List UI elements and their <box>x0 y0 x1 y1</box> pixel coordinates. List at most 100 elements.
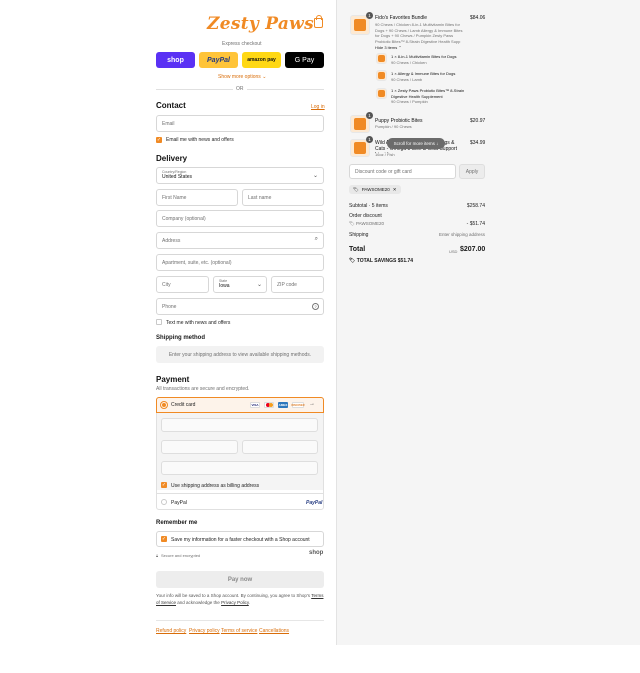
subitem-variant: 90 Chews / Lamb <box>391 77 423 82</box>
apply-button[interactable]: Apply <box>459 164 485 179</box>
save-info-label: Save my information for a faster checkou… <box>171 537 310 543</box>
card-cvv-field[interactable] <box>242 440 318 454</box>
privacy-policy-link[interactable]: Privacy policy <box>189 628 220 634</box>
last-name-field[interactable]: Last name <box>242 189 324 206</box>
scroll-hint-text: Scroll for more items <box>393 141 435 146</box>
company-field[interactable]: Company (optional) <box>156 210 324 227</box>
remove-code-icon[interactable]: ✕ <box>393 187 397 193</box>
bundle-description: 90 Chews / Chicken 8-in-1 Multivitamin B… <box>375 22 463 44</box>
apartment-field[interactable]: Apartment, suite, etc. (optional) <box>156 254 324 271</box>
subtotal-value: $258.74 <box>466 203 485 209</box>
state-select[interactable]: State Iowa ⌄ <box>213 276 267 293</box>
cart-bag-icon[interactable] <box>314 15 323 28</box>
item-price: $34.99 <box>470 140 486 146</box>
subitem-thumbnail <box>376 70 387 81</box>
login-link[interactable]: Log in <box>311 104 325 110</box>
quantity-badge: 1 <box>366 12 373 19</box>
amazon-pay-button[interactable]: amazon pay <box>242 52 281 68</box>
discount-chip: 🏷︎ PAWSOME20 ✕ <box>349 185 401 194</box>
express-checkout-label: Express checkout <box>222 41 262 47</box>
contact-heading: Contact <box>156 101 186 110</box>
item-variant: Pumpkin / 90 Chews <box>375 124 412 129</box>
chevron-down-icon: ⌄ <box>262 74 267 80</box>
lock-icon: 🔒︎ <box>156 553 159 558</box>
payment-heading: Payment <box>156 375 190 384</box>
discount-code-input[interactable]: Discount code or gift card <box>349 164 456 179</box>
show-more-options-label: Show more options <box>218 74 261 80</box>
zip-field[interactable]: ZIP code <box>271 276 324 293</box>
remember-me-heading: Remember me <box>156 520 198 526</box>
paypal-logo: PayPal <box>306 500 323 506</box>
terms-of-service-link[interactable]: Terms of service <box>221 628 257 634</box>
refund-policy-link[interactable]: Refund policy <box>156 628 186 634</box>
city-field[interactable]: City <box>156 276 209 293</box>
shop-terms-text: Your info will be saved to a Shop accoun… <box>156 592 324 606</box>
item-price: $20.97 <box>470 118 486 124</box>
or-divider: OR <box>236 86 244 92</box>
subitem-variant: 90 Chews / Chicken <box>391 60 427 65</box>
search-icon: ⌕ <box>314 236 318 242</box>
first-name-field[interactable]: First Name <box>156 189 238 206</box>
subtotal-label: Subtotal · 5 items <box>349 203 388 209</box>
phone-placeholder: Phone <box>162 303 177 310</box>
country-value: United States <box>162 174 193 180</box>
text-news-checkbox[interactable] <box>156 319 162 325</box>
billing-same-checkbox[interactable]: ✓ <box>161 482 167 488</box>
visa-icon: VISA <box>250 402 260 408</box>
paypal-radio[interactable] <box>161 499 167 505</box>
tag-icon: 🏷︎ <box>349 221 355 226</box>
brand-logo[interactable]: Zesty Paws <box>207 14 314 34</box>
item-variant: 16oz / Fish <box>375 152 395 156</box>
hide-items-toggle[interactable]: Hide 3 items ⌃ <box>375 45 402 51</box>
address-field[interactable]: Address ⌕ <box>156 232 324 249</box>
hide-items-label: Hide 3 items <box>375 45 398 50</box>
shop-pay-button[interactable]: shop <box>156 52 195 68</box>
order-discount-label: Order discount <box>349 213 382 219</box>
shop-privacy-link[interactable]: Privacy Policy <box>221 600 249 605</box>
save-info-checkbox[interactable]: ✓ <box>161 536 167 542</box>
subitem-name: 1 × Zesty Paws Probiotic Bites™ 8-Strain… <box>391 88 465 99</box>
show-more-options-link[interactable]: Show more options ⌄ <box>218 74 266 80</box>
google-pay-button[interactable]: G Pay <box>285 52 324 68</box>
mastercard-icon <box>264 402 274 408</box>
discount-chip-code: PAWSOME20 <box>361 187 390 192</box>
email-field[interactable]: Email <box>156 115 324 132</box>
total-savings: 🏷︎ TOTAL SAVINGS $51.74 <box>349 258 413 264</box>
secure-text: Secure and encrypted <box>161 553 201 558</box>
checkout-main: Zesty Paws Express checkout shop PayPal … <box>0 0 336 673</box>
card-name-field[interactable] <box>161 461 318 475</box>
email-news-checkbox[interactable]: ✓ <box>156 137 162 143</box>
phone-field[interactable]: Phone ? <box>156 298 324 315</box>
subitem-name: 1 × Allergy & Immune Bites for Dogs <box>391 71 456 76</box>
arrow-down-icon: ↓ <box>436 141 439 146</box>
shipping-label: Shipping <box>349 232 369 238</box>
text-news-label: Text me with news and offers <box>166 320 231 326</box>
billing-same-label: Use shipping address as billing address <box>171 483 260 489</box>
savings-tag-icon: 🏷︎ <box>349 258 356 264</box>
terms-pre: Your info will be saved to a Shop accoun… <box>156 593 311 598</box>
card-number-field[interactable] <box>161 418 318 432</box>
subitem-thumbnail <box>376 88 387 99</box>
card-expiry-field[interactable] <box>161 440 238 454</box>
total-savings-text: TOTAL SAVINGS $51.74 <box>356 258 414 264</box>
pay-now-button[interactable]: Pay now <box>156 571 324 588</box>
total-value: $207.00 <box>460 246 486 253</box>
credit-card-radio[interactable] <box>161 402 167 408</box>
tag-icon: 🏷︎ <box>353 186 359 192</box>
help-icon[interactable]: ? <box>312 303 319 310</box>
shop-logo: shop <box>309 550 324 556</box>
currency-code: USD <box>449 249 458 254</box>
paypal-button[interactable]: PayPal <box>199 52 238 68</box>
order-discount-code: 🏷︎ PAWSOME20 <box>349 221 384 227</box>
cancellations-link[interactable]: Cancellations <box>259 628 289 634</box>
payment-subtitle: All transactions are secure and encrypte… <box>156 386 250 392</box>
total-label: Total <box>349 246 366 253</box>
email-news-label: Email me with news and offers <box>166 137 234 143</box>
subitem-name: 1 × 8-in-1 Multivitamin Bites for Dogs <box>391 54 457 59</box>
country-select[interactable]: Country/Region United States ⌄ <box>156 167 324 184</box>
scroll-for-more-tooltip: Scroll for more items ↓ <box>387 138 445 149</box>
discover-icon: DISCOVER <box>291 402 305 408</box>
quantity-badge: 1 <box>366 112 373 119</box>
more-cards-arrow-icon: → <box>309 401 315 407</box>
terms-end: . <box>248 600 251 605</box>
